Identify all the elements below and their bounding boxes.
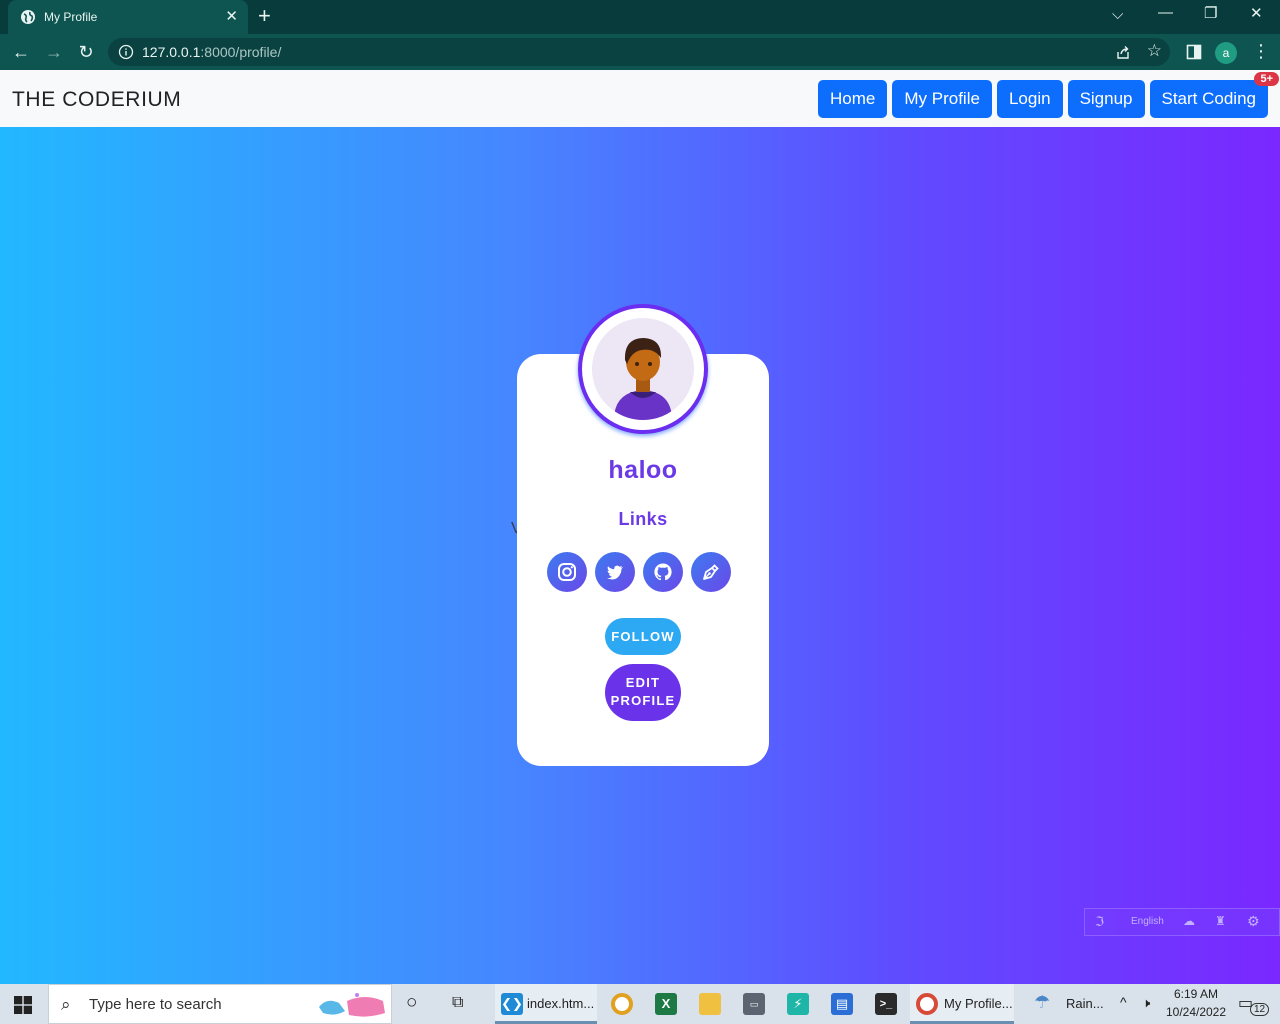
input-method-icon[interactable]: ℑ bbox=[1095, 914, 1104, 930]
file-explorer-icon[interactable] bbox=[699, 993, 721, 1015]
bell-icon[interactable]: ♜ bbox=[1215, 914, 1226, 928]
tray-chevron-up-icon[interactable]: ^ bbox=[1120, 994, 1127, 1024]
cortana-icon[interactable]: ○ bbox=[406, 992, 428, 1016]
excel-icon[interactable]: X bbox=[655, 993, 677, 1015]
search-placeholder: Type here to search bbox=[89, 996, 222, 1013]
language-label[interactable]: English bbox=[1131, 916, 1164, 927]
nav-my-profile-button[interactable]: My Profile bbox=[892, 80, 992, 118]
edit-profile-label-line1: EDIT bbox=[625, 675, 661, 690]
bolt-app-icon[interactable]: ⚡ bbox=[787, 993, 809, 1015]
minimize-button[interactable]: — bbox=[1158, 4, 1173, 21]
browser-menu-icon[interactable]: ⋮ bbox=[1252, 40, 1270, 62]
close-window-button[interactable]: ✕ bbox=[1250, 4, 1263, 22]
terminal-app-icon[interactable]: ▭ bbox=[743, 993, 765, 1015]
site-brand[interactable]: THE CODERIUM bbox=[12, 88, 181, 112]
forward-arrow-icon[interactable]: → bbox=[43, 41, 65, 63]
pen-tool-icon[interactable] bbox=[691, 552, 731, 592]
links-heading: Links bbox=[618, 509, 668, 529]
speaker-muted-icon[interactable]: 🕨 bbox=[1142, 995, 1150, 1024]
windows-start-icon[interactable] bbox=[14, 996, 32, 1014]
new-tab-button[interactable]: + bbox=[258, 4, 271, 28]
globe-icon bbox=[21, 10, 35, 24]
clock[interactable]: 6:19 AM 10/24/2022 bbox=[1164, 984, 1228, 1024]
weather-label: Rain... bbox=[1066, 996, 1104, 1011]
nav-start-coding-button[interactable]: Start Coding bbox=[1149, 80, 1268, 118]
share-icon[interactable] bbox=[1114, 43, 1132, 61]
nav-links: Home My Profile Login Signup Start Codin… bbox=[818, 80, 1268, 118]
page-viewport: THE CODERIUM Home My Profile Login Signu… bbox=[0, 70, 1280, 984]
edit-profile-label-line2: PROFILE bbox=[610, 693, 676, 708]
taskbar-app-vscode[interactable]: ❮❯ index.htm... bbox=[495, 984, 597, 1024]
instagram-icon[interactable] bbox=[547, 552, 587, 592]
tab-title: My Profile bbox=[44, 10, 98, 24]
taskbar-app-label: My Profile... bbox=[944, 996, 1013, 1011]
notification-count: 12 bbox=[1250, 1003, 1270, 1016]
back-arrow-icon[interactable]: ← bbox=[10, 41, 32, 63]
search-icon: ⌕ bbox=[61, 995, 71, 1014]
bookmark-star-icon[interactable]: ☆ bbox=[1147, 41, 1162, 61]
clock-time: 6:19 AM bbox=[1173, 987, 1219, 1001]
language-toolbar-widget[interactable]: ℑ English ☁ ♜ ⚙ bbox=[1084, 908, 1280, 936]
follow-button[interactable]: FOLLOW bbox=[605, 618, 681, 655]
clock-date: 10/24/2022 bbox=[1165, 1005, 1227, 1019]
chrome-icon bbox=[916, 993, 938, 1015]
notification-center[interactable]: ▭ 12 bbox=[1238, 984, 1270, 1024]
profile-avatar bbox=[578, 304, 708, 434]
nav-login-button[interactable]: Login bbox=[996, 80, 1063, 118]
address-bar[interactable]: 127.0.0.1:8000/profile/ ☆ bbox=[108, 38, 1170, 66]
news-app-icon[interactable]: ▤ bbox=[831, 993, 853, 1015]
command-prompt-icon[interactable]: >_ bbox=[875, 993, 897, 1015]
windows-taskbar: ⌕ Type here to search ○ ⧉ ❮❯ index.htm..… bbox=[0, 984, 1280, 1024]
nav-signup-button[interactable]: Signup bbox=[1067, 80, 1145, 118]
browser-toolbar: ← → ↻ 127.0.0.1:8000/profile/ ☆ a ⋮ bbox=[0, 34, 1280, 70]
url-text: 127.0.0.1:8000/profile/ bbox=[142, 44, 282, 60]
browser-tab[interactable]: My Profile ✕ bbox=[8, 0, 248, 34]
notification-badge: 5+ bbox=[1254, 72, 1279, 86]
github-icon[interactable] bbox=[643, 552, 683, 592]
settings-gear-icon[interactable]: ⚙ bbox=[1247, 913, 1260, 930]
person-icon bbox=[614, 338, 672, 420]
browser-profile-avatar[interactable]: a bbox=[1215, 42, 1237, 64]
vscode-icon: ❮❯ bbox=[501, 993, 523, 1015]
search-highlight-illustration-icon bbox=[319, 993, 385, 1017]
twitter-icon[interactable] bbox=[595, 552, 635, 592]
profile-name: haloo bbox=[608, 456, 678, 484]
rain-umbrella-icon: ☂ bbox=[1034, 992, 1051, 1012]
avatar-illustration bbox=[592, 318, 694, 420]
social-links bbox=[547, 552, 731, 592]
site-navbar: THE CODERIUM Home My Profile Login Signu… bbox=[0, 70, 1280, 127]
edit-profile-button[interactable]: EDIT PROFILE bbox=[605, 664, 681, 721]
nav-home-button[interactable]: Home bbox=[818, 80, 888, 118]
taskbar-app-chrome-my-profile[interactable]: My Profile... bbox=[910, 984, 1014, 1024]
taskbar-search-box[interactable]: ⌕ Type here to search bbox=[48, 984, 392, 1024]
restore-button[interactable]: ❐ bbox=[1204, 4, 1217, 22]
taskbar-app-label: index.htm... bbox=[527, 996, 595, 1011]
chrome-icon[interactable] bbox=[611, 993, 633, 1015]
weather-widget[interactable]: ☂ Rain... bbox=[1034, 984, 1114, 1024]
task-view-icon[interactable]: ⧉ bbox=[452, 994, 474, 1018]
tab-close-icon[interactable]: ✕ bbox=[225, 7, 238, 25]
side-panel-icon[interactable] bbox=[1186, 44, 1202, 60]
site-info-icon[interactable] bbox=[118, 44, 134, 60]
tab-search-chevron-icon[interactable]: ⌵ bbox=[1112, 6, 1123, 23]
reload-icon[interactable]: ↻ bbox=[75, 41, 97, 63]
cloud-icon[interactable]: ☁ bbox=[1183, 914, 1195, 928]
browser-tabstrip: My Profile ✕ + ⌵ — ❐ ✕ bbox=[0, 0, 1280, 34]
